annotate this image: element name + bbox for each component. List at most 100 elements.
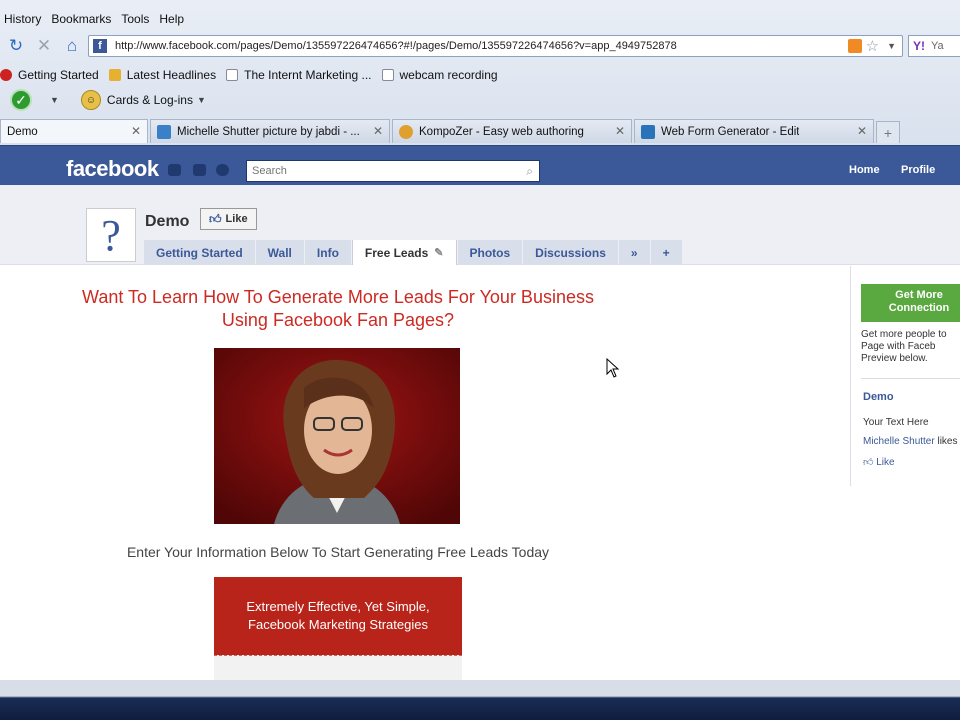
divider [861, 378, 960, 379]
close-icon[interactable]: ✕ [131, 124, 141, 138]
like-button[interactable]: 👍︎ Like [200, 208, 257, 230]
tab-label: Web Form Generator - Edit [661, 125, 800, 138]
bookmark-webcam-recording[interactable]: webcam recording [381, 68, 498, 82]
search-icon[interactable]: ⌕ [526, 164, 533, 179]
page-title[interactable]: Demo [145, 213, 189, 231]
question-mark-icon[interactable]: ? [86, 208, 136, 262]
get-more-connections-button[interactable]: Get More Connection [861, 284, 960, 322]
page-tabs: Getting Started Wall Info Free Leads ✎ P… [144, 240, 683, 265]
bookmark-label: Latest Headlines [126, 68, 217, 82]
nav-home[interactable]: Home [849, 164, 880, 176]
rss-icon[interactable] [847, 39, 862, 53]
tab-strip: Demo ✕ Michelle Shutter picture by jabdi… [0, 117, 960, 143]
home-icon[interactable]: ⌂ [60, 34, 84, 58]
cards-login-label[interactable]: Cards & Log-ins [107, 93, 193, 107]
page-icon [381, 69, 394, 81]
navigation-toolbar: ↻ ✕ ⌂ f http://www.facebook.com/pages/De… [0, 32, 960, 60]
tab-label: KompoZer - Easy web authoring [419, 125, 584, 138]
address-bar[interactable]: f http://www.facebook.com/pages/Demo/135… [88, 35, 903, 57]
add-tab-button[interactable]: + [650, 240, 682, 265]
page-icon [226, 69, 239, 81]
facebook-search-input[interactable] [252, 165, 527, 177]
promo-banner: Extremely Effective, Yet Simple, Faceboo… [214, 577, 462, 655]
woman-portrait-image [214, 348, 460, 524]
kompozer-icon [399, 124, 413, 139]
right-sidebar: Get More Connection Get more people to P… [850, 266, 960, 486]
messages-icon[interactable] [193, 164, 206, 176]
promo-line-1: Extremely Effective, Yet Simple, [246, 599, 430, 614]
notifications-icon[interactable] [216, 164, 229, 176]
menu-bookmarks[interactable]: Bookmarks [51, 12, 111, 26]
bookmark-latest-headlines[interactable]: Latest Headlines [108, 68, 217, 82]
tab-michelle-picture[interactable]: Michelle Shutter picture by jabdi - ... … [150, 119, 390, 143]
url-text[interactable]: http://www.facebook.com/pages/Demo/13559… [115, 40, 848, 52]
free-leads-content: Want To Learn How To Generate More Leads… [0, 266, 850, 680]
sidebar-likes-line: Michelle Shutter likes [863, 436, 958, 447]
sidebar-your-text: Your Text Here [863, 417, 929, 428]
photobucket-icon [157, 124, 171, 139]
menu-tools[interactable]: Tools [121, 12, 149, 26]
connect-line-1: Get More [895, 289, 943, 301]
optin-form-area [214, 655, 462, 680]
tab-wall[interactable]: Wall [255, 240, 304, 265]
facebook-favicon-icon: f [93, 39, 107, 53]
connect-description: Get more people to Page with Faceb Previ… [861, 329, 947, 364]
nav-profile[interactable]: Profile [901, 164, 935, 176]
browser-chrome: History Bookmarks Tools Help ↻ ✕ ⌂ f htt… [0, 0, 960, 145]
tab-label: Demo [7, 125, 38, 138]
tab-web-form-generator[interactable]: Web Form Generator - Edit ✕ [634, 119, 874, 143]
facebook-search-box[interactable]: ⌕ [246, 160, 540, 182]
yahoo-icon: Y! [913, 39, 925, 53]
tab-demo[interactable]: Demo ✕ [0, 119, 148, 143]
rss-folder-icon [108, 69, 121, 81]
tab-getting-started[interactable]: Getting Started [144, 240, 255, 265]
stop-icon[interactable]: ✕ [32, 34, 56, 58]
sidebar-page-name[interactable]: Demo [863, 391, 894, 403]
star-icon[interactable]: ☆ [866, 37, 879, 55]
tab-discussions[interactable]: Discussions [523, 240, 618, 265]
bookmark-internet-marketing[interactable]: The Internt Marketing ... [226, 68, 372, 82]
like-label: Like [876, 457, 895, 468]
promo-line-2: Facebook Marketing Strategies [248, 617, 428, 632]
friend-requests-icon[interactable] [168, 164, 181, 176]
menu-bar: History Bookmarks Tools Help [0, 8, 960, 30]
menu-help[interactable]: Help [159, 12, 184, 26]
tab-info[interactable]: Info [304, 240, 351, 265]
facebook-logo[interactable]: facebook [66, 156, 159, 182]
bookmark-getting-started[interactable]: Getting Started [0, 68, 99, 82]
bookmark-label: webcam recording [399, 68, 498, 82]
like-label: Like [225, 213, 248, 225]
close-icon[interactable]: ✕ [615, 124, 625, 138]
addon-toolbar: ✓ ▼ ☺ Cards & Log-ins ▼ [0, 88, 960, 112]
sidebar-like-link[interactable]: 👍︎ Like [863, 456, 895, 468]
connect-line-2: Connection [888, 302, 950, 314]
search-engine-box[interactable]: Y! Ya [908, 35, 960, 57]
tab-label: Michelle Shutter picture by jabdi - ... [177, 125, 360, 138]
window-bottom-border [0, 680, 960, 720]
bookmarks-toolbar: Getting Started Latest Headlines The Int… [0, 64, 960, 86]
facebook-top-bar: facebook ⌕ Home Profile [0, 145, 960, 185]
reload-icon[interactable]: ↻ [4, 34, 28, 58]
more-tabs-button[interactable]: » [618, 240, 650, 265]
pencil-icon[interactable]: ✎ [434, 246, 443, 259]
firefox-icon [0, 69, 12, 81]
tab-photos[interactable]: Photos [457, 240, 523, 265]
thumbs-up-icon: 👍︎ [863, 457, 874, 468]
tab-kompozer[interactable]: KompoZer - Easy web authoring ✕ [392, 119, 632, 143]
tab-free-leads[interactable]: Free Leads ✎ [351, 240, 457, 265]
menu-history[interactable]: History [4, 12, 41, 26]
likes-user-link[interactable]: Michelle Shutter [863, 436, 935, 447]
facebook-page: facebook ⌕ Home Profile ? Demo 👍︎ Like G… [0, 145, 960, 680]
tab-label: Free Leads [364, 245, 429, 260]
close-icon[interactable]: ✕ [857, 124, 867, 138]
bookmark-label: The Internt Marketing ... [244, 68, 372, 82]
cards-login-icon[interactable]: ☺ [80, 90, 101, 110]
new-tab-button[interactable]: + [876, 121, 900, 143]
chevron-down-icon[interactable]: ▼ [50, 95, 59, 105]
bookmark-label: Getting Started [18, 68, 99, 82]
chevron-down-icon[interactable]: ▼ [197, 95, 206, 105]
close-icon[interactable]: ✕ [373, 124, 383, 138]
subtext: Enter Your Information Below To Start Ge… [126, 544, 550, 560]
check-icon[interactable]: ✓ [10, 89, 32, 111]
chevron-down-icon[interactable]: ▼ [887, 41, 896, 51]
